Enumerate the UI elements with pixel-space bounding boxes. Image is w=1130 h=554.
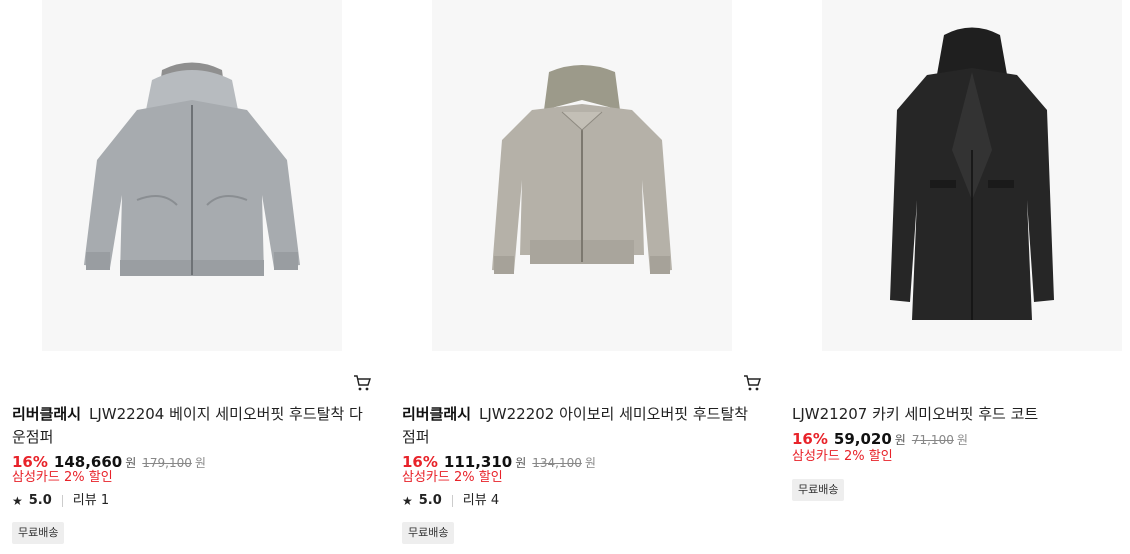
product-image[interactable] — [42, 0, 342, 351]
original-price: 179,100 — [142, 456, 192, 470]
currency: 원 — [125, 456, 137, 470]
hooded-down-jacket-image — [84, 62, 300, 276]
brand-name: 리버클래시 — [12, 405, 82, 423]
product-name: LJW21207 카키 세미오버핏 후드 코트 — [792, 405, 1039, 423]
hooded-coat-image — [890, 27, 1054, 320]
card-promo: 삼성카드 2% 할인 — [12, 470, 113, 485]
free-shipping-badge: 무료배송 — [792, 479, 845, 501]
card-promo: 삼성카드 2% 할인 — [792, 449, 893, 464]
rating-value: 5.0 — [418, 493, 442, 508]
hooded-jumper-image — [492, 65, 672, 274]
review-count[interactable]: 리뷰 4 — [463, 492, 499, 510]
divider — [61, 495, 63, 507]
cart-icon[interactable] — [353, 374, 371, 392]
star-icon: ★ — [12, 494, 23, 508]
cart-icon[interactable] — [743, 374, 761, 392]
divider — [451, 495, 453, 507]
product-title[interactable]: 리버클래시 LJW22202 아이보리 세미오버핏 후드탈착 점퍼 — [402, 403, 762, 449]
product-title[interactable]: 리버클래시 LJW22204 베이지 세미오버핏 후드탈착 다운점퍼 — [12, 403, 372, 449]
rating-row: ★ 5.0 리뷰 4 — [402, 492, 499, 510]
rating-value: 5.0 — [28, 493, 52, 508]
free-shipping-badge: 무료배송 — [402, 522, 455, 544]
original-currency: 원 — [584, 456, 596, 470]
card-promo: 삼성카드 2% 할인 — [402, 470, 503, 485]
review-count[interactable]: 리뷰 1 — [73, 492, 109, 510]
star-icon: ★ — [402, 494, 413, 508]
rating-row: ★ 5.0 리뷰 1 — [12, 492, 109, 510]
original-currency: 원 — [956, 433, 968, 447]
original-price: 71,100 — [911, 433, 954, 447]
sale-price: 59,020 — [833, 430, 892, 448]
product-title[interactable]: LJW21207 카키 세미오버핏 후드 코트 — [792, 403, 1130, 426]
discount-rate: 16% — [792, 430, 828, 448]
brand-name: 리버클래시 — [402, 405, 472, 423]
free-shipping-badge: 무료배송 — [12, 522, 65, 544]
product-image[interactable] — [432, 0, 732, 351]
product-image[interactable] — [822, 0, 1122, 351]
original-price: 134,100 — [532, 456, 582, 470]
original-currency: 원 — [194, 456, 206, 470]
currency: 원 — [515, 456, 527, 470]
price-row: 16% 59,020 원 71,100 원 — [792, 429, 968, 450]
currency: 원 — [894, 433, 906, 447]
